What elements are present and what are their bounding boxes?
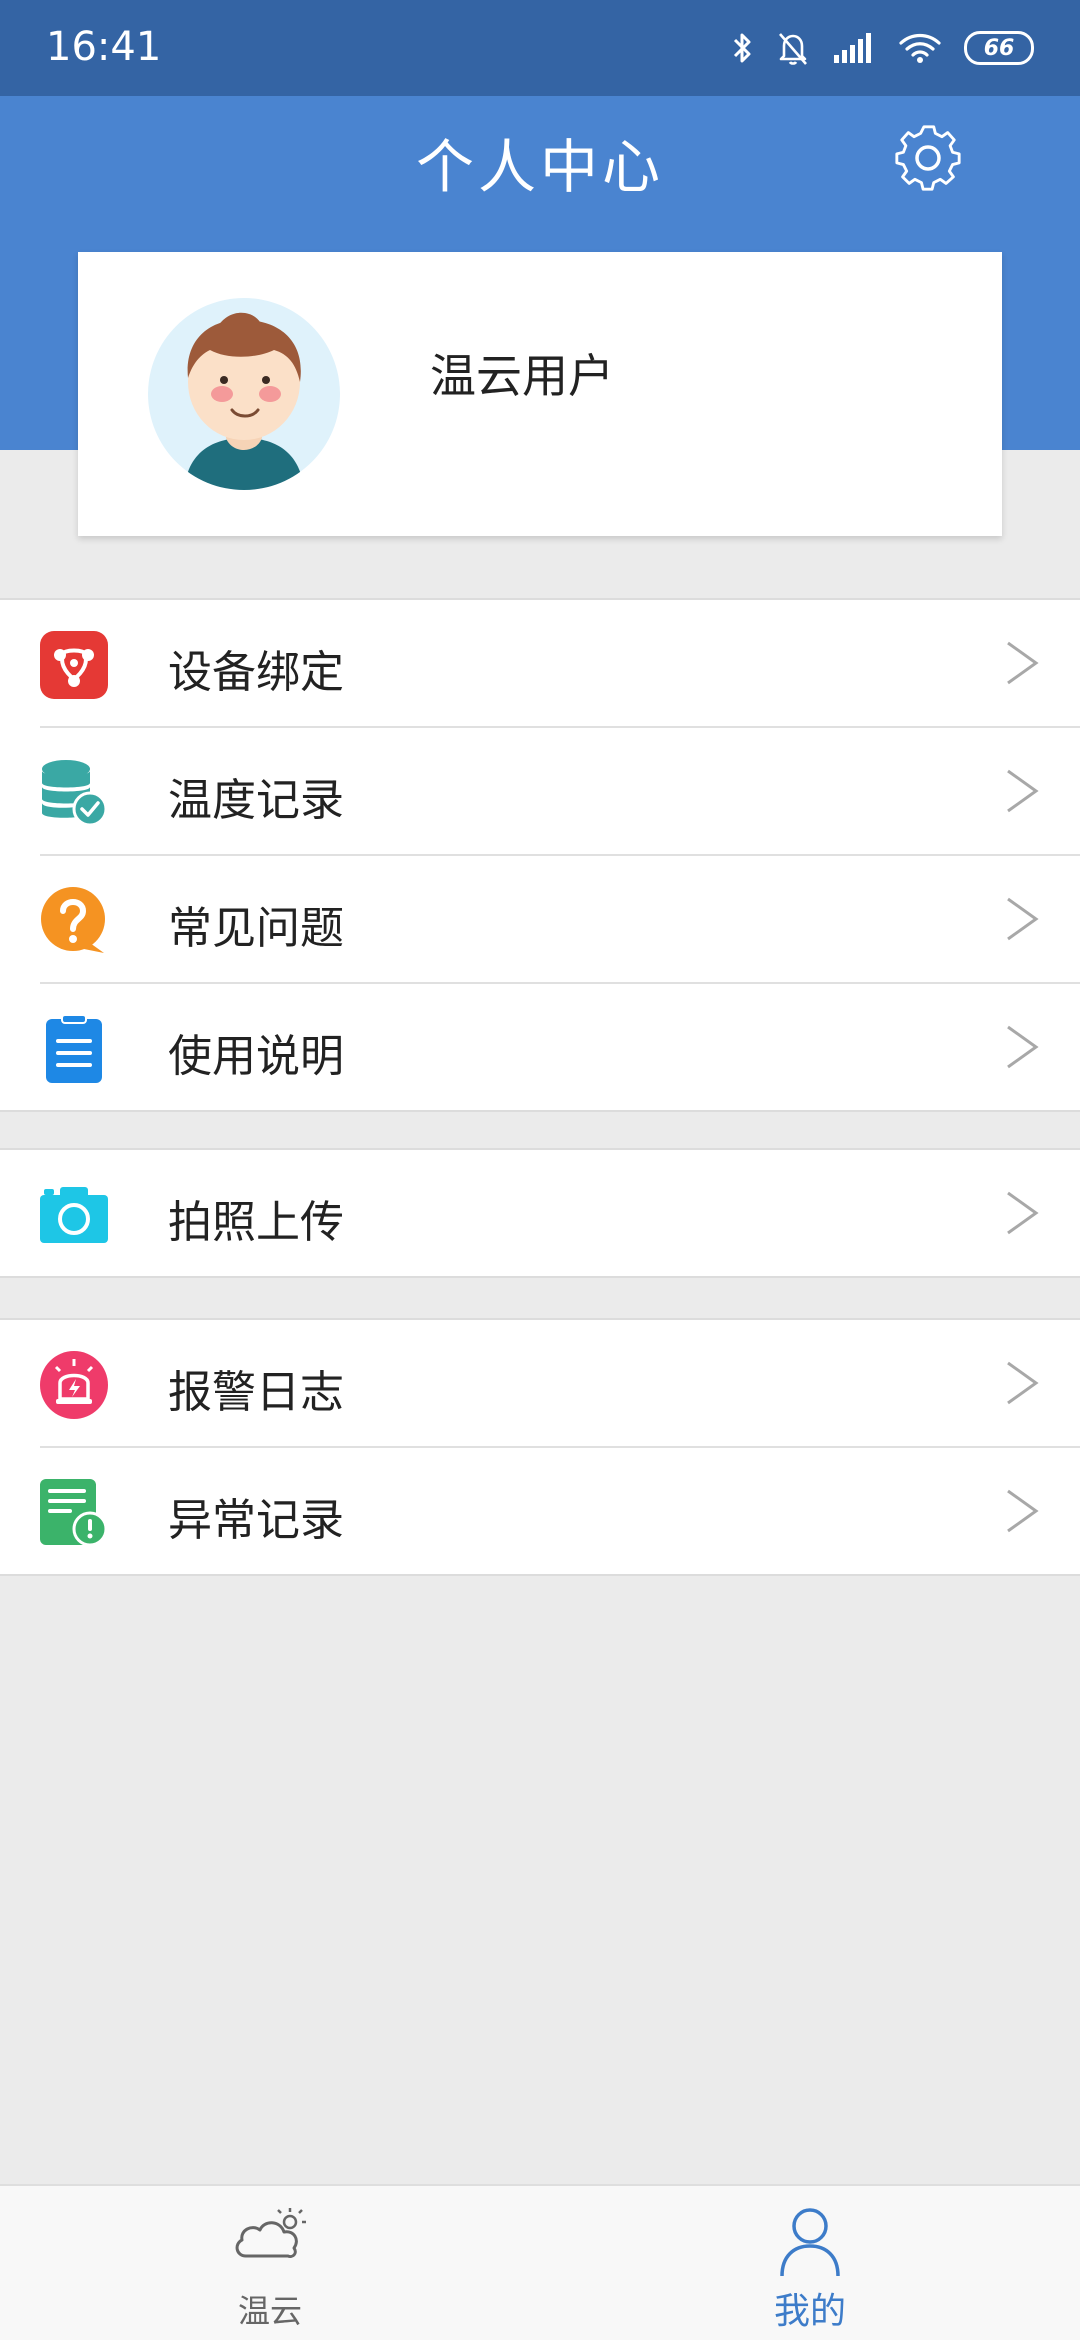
tab-wenyun[interactable]: 温云 <box>0 2186 540 2340</box>
database-check-icon <box>42 760 108 827</box>
personal-center-screen: 16:41 66 个人中心 温云用户 设备绑定 温度记录 常见问题 使用说明 拍… <box>0 0 1080 2340</box>
chevron-right-icon <box>1007 1489 1039 1533</box>
menu-item-temperature-record[interactable]: 温度记录 <box>40 726 1080 854</box>
menu-item-alarm-log[interactable]: 报警日志 <box>0 1320 1080 1446</box>
status-bar: 16:41 66 <box>0 0 1080 96</box>
device-binding-icon <box>40 631 108 699</box>
menu-group-logs: 报警日志 异常记录 <box>0 1318 1080 1576</box>
user-name: 温云用户 <box>430 349 614 403</box>
menu-item-label: 报警日志 <box>168 1367 344 1418</box>
menu-group-photo: 拍照上传 <box>0 1148 1080 1278</box>
tab-label: 我的 <box>773 2291 846 2332</box>
menu-item-label: 温度记录 <box>168 775 344 826</box>
battery-indicator: 66 <box>964 31 1034 65</box>
abnormal-record-icon <box>40 1479 108 1547</box>
alarm-light-icon <box>40 1351 108 1419</box>
menu-item-device-binding[interactable]: 设备绑定 <box>0 600 1080 726</box>
menu-item-label: 异常记录 <box>168 1495 344 1546</box>
bottom-nav: 温云 我的 <box>0 2184 1080 2340</box>
tab-mine[interactable]: 我的 <box>540 2186 1080 2340</box>
wifi-icon <box>899 33 941 63</box>
chevron-right-icon <box>1007 641 1039 685</box>
chevron-right-icon <box>1007 1191 1039 1235</box>
status-time: 16:41 <box>46 24 162 70</box>
mute-bell-icon <box>779 33 807 65</box>
tab-label: 温云 <box>237 2292 302 2330</box>
menu-item-user-guide[interactable]: 使用说明 <box>40 982 1080 1110</box>
clipboard-list-icon <box>46 1015 102 1083</box>
bluetooth-icon <box>733 33 751 63</box>
question-bubble-icon <box>41 887 105 953</box>
menu-item-abnormal-record[interactable]: 异常记录 <box>40 1446 1080 1574</box>
status-icons: 66 <box>730 22 1034 74</box>
menu-item-label: 使用说明 <box>168 1031 344 1082</box>
gear-icon <box>895 125 961 191</box>
menu-item-faq[interactable]: 常见问题 <box>40 854 1080 982</box>
menu-group-main: 设备绑定 温度记录 常见问题 使用说明 <box>0 598 1080 1112</box>
person-icon <box>780 2208 840 2277</box>
cloud-weather-icon <box>235 2208 306 2258</box>
menu-item-photo-upload[interactable]: 拍照上传 <box>0 1150 1080 1276</box>
profile-card[interactable]: 温云用户 <box>78 252 1002 536</box>
menu-item-label: 常见问题 <box>168 903 344 954</box>
menu-item-label: 设备绑定 <box>168 647 344 698</box>
signal-icon <box>834 33 871 63</box>
chevron-right-icon <box>1007 897 1039 941</box>
chevron-right-icon <box>1007 1361 1039 1405</box>
menu-item-label: 拍照上传 <box>168 1197 344 1248</box>
camera-icon <box>40 1187 108 1243</box>
avatar <box>148 298 340 490</box>
chevron-right-icon <box>1007 1025 1039 1069</box>
settings-button[interactable] <box>890 120 966 196</box>
chevron-right-icon <box>1007 769 1039 813</box>
